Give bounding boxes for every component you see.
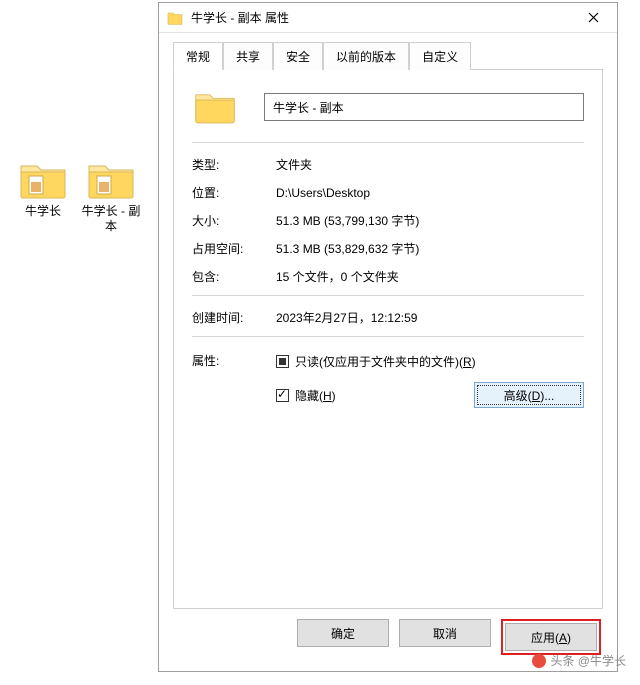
properties-dialog: 牛学长 - 副本 属性 常规 共享 安全 以前的版本 自定义	[158, 2, 618, 672]
desktop-folder-2[interactable]: 牛学长 - 副本	[78, 160, 144, 234]
size-label: 大小:	[192, 211, 276, 231]
separator	[192, 295, 584, 296]
disk-size-label: 占用空间:	[192, 239, 276, 259]
location-value: D:\Users\Desktop	[276, 183, 584, 203]
watermark-text: 头条 @牛学长	[550, 652, 626, 669]
created-label: 创建时间:	[192, 308, 276, 328]
contains-value: 15 个文件，0 个文件夹	[276, 267, 584, 287]
apply-button[interactable]: 应用(A)	[505, 623, 597, 651]
size-value: 51.3 MB (53,799,130 字节)	[276, 211, 584, 231]
hidden-label[interactable]: 隐藏(H)	[295, 387, 336, 404]
tab-sharing[interactable]: 共享	[223, 42, 273, 70]
row-disk-size: 占用空间: 51.3 MB (53,829,632 字节)	[192, 239, 584, 259]
readonly-row: 只读(仅应用于文件夹中的文件)(R)	[276, 353, 584, 370]
attributes-block: 属性: 只读(仅应用于文件夹中的文件)(R) 隐藏(H) 高级(D)...	[192, 349, 584, 408]
row-type: 类型: 文件夹	[192, 155, 584, 175]
dialog-body: 常规 共享 安全 以前的版本 自定义 类型: 文件夹 位置: D:\Users	[159, 33, 617, 671]
folder-icon	[194, 88, 236, 126]
readonly-label[interactable]: 只读(仅应用于文件夹中的文件)(R)	[295, 353, 476, 370]
folder-icon	[167, 11, 183, 25]
created-value: 2023年2月27日，12:12:59	[276, 308, 584, 328]
tabstrip: 常规 共享 安全 以前的版本 自定义	[173, 41, 603, 69]
hidden-checkbox[interactable]	[276, 389, 289, 402]
tab-customize[interactable]: 自定义	[409, 42, 471, 70]
desktop-folder-2-label: 牛学长 - 副本	[78, 204, 144, 234]
contains-label: 包含:	[192, 267, 276, 287]
folder-name-input[interactable]	[264, 93, 584, 121]
type-value: 文件夹	[276, 155, 584, 175]
dialog-buttons: 确定 取消 应用(A)	[173, 609, 603, 657]
tab-security[interactable]: 安全	[273, 42, 323, 70]
tab-general[interactable]: 常规	[173, 42, 223, 70]
titlebar[interactable]: 牛学长 - 副本 属性	[159, 3, 617, 33]
separator	[192, 142, 584, 143]
watermark-icon	[532, 654, 546, 668]
advanced-button[interactable]: 高级(D)...	[474, 382, 584, 408]
tab-panel-general: 类型: 文件夹 位置: D:\Users\Desktop 大小: 51.3 MB…	[173, 69, 603, 609]
folder-icon	[19, 160, 67, 200]
cancel-button[interactable]: 取消	[399, 619, 491, 647]
attributes-label: 属性:	[192, 349, 276, 408]
row-size: 大小: 51.3 MB (53,799,130 字节)	[192, 211, 584, 231]
desktop-folder-1-label: 牛学长	[10, 204, 76, 219]
apply-highlight: 应用(A)	[501, 619, 601, 655]
separator	[192, 336, 584, 337]
disk-size-value: 51.3 MB (53,829,632 字节)	[276, 239, 584, 259]
ok-button[interactable]: 确定	[297, 619, 389, 647]
folder-icon	[87, 160, 135, 200]
tab-previous-versions[interactable]: 以前的版本	[323, 42, 409, 70]
row-created: 创建时间: 2023年2月27日，12:12:59	[192, 308, 584, 328]
readonly-checkbox[interactable]	[276, 355, 289, 368]
close-button[interactable]	[573, 4, 613, 32]
desktop-folder-1[interactable]: 牛学长	[10, 160, 76, 219]
close-icon	[588, 12, 599, 23]
location-label: 位置:	[192, 183, 276, 203]
dialog-title: 牛学长 - 副本 属性	[191, 9, 573, 26]
watermark: 头条 @牛学长	[532, 652, 626, 669]
row-contains: 包含: 15 个文件，0 个文件夹	[192, 267, 584, 287]
row-location: 位置: D:\Users\Desktop	[192, 183, 584, 203]
type-label: 类型:	[192, 155, 276, 175]
hidden-row: 隐藏(H)	[276, 387, 336, 404]
